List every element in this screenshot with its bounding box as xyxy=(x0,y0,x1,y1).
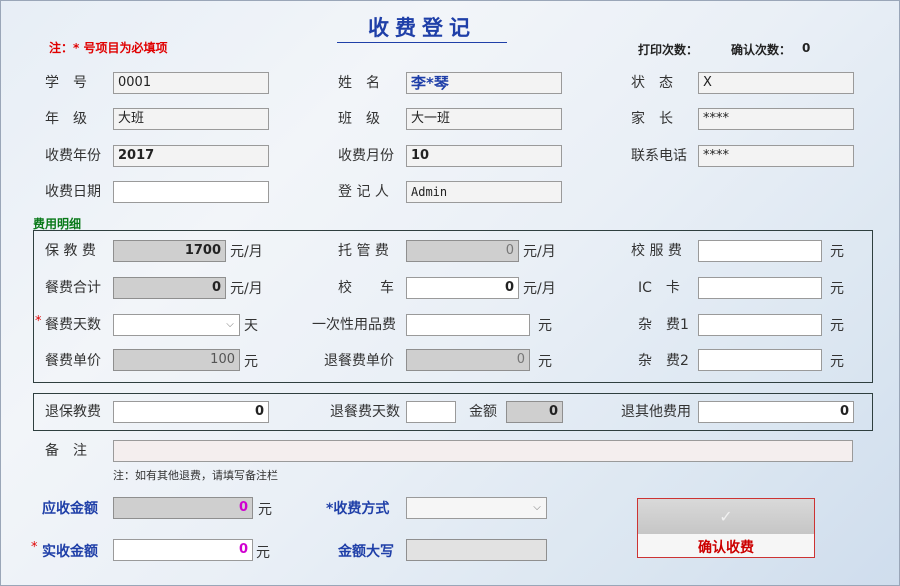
actual-field[interactable]: 0 xyxy=(113,539,253,561)
name-label: 姓 名 xyxy=(338,75,380,91)
meal-total-unit: 元/月 xyxy=(230,281,263,297)
student-no-label: 学 号 xyxy=(45,75,87,91)
fee-date-label: 收费日期 xyxy=(45,184,101,200)
meal-days-required-mark: * xyxy=(35,314,42,329)
class-label: 班 级 xyxy=(338,111,380,127)
custody-fee-field[interactable]: 0 xyxy=(406,240,519,262)
parent-field[interactable]: **** xyxy=(698,108,854,130)
misc1-field[interactable] xyxy=(698,314,822,336)
confirm-payment-button[interactable]: ✓ 确认收费 xyxy=(637,498,815,558)
uniform-fee-field[interactable] xyxy=(698,240,822,262)
receivable-unit: 元 xyxy=(258,502,272,518)
grade-field[interactable]: 大班 xyxy=(113,108,269,130)
care-fee-field[interactable]: 1700 xyxy=(113,240,226,262)
status-field[interactable]: X xyxy=(698,72,854,94)
bus-label: 校 车 xyxy=(338,280,394,296)
confirm-count-label: 确认次数： xyxy=(731,43,792,57)
chevron-down-icon[interactable]: ⌵ xyxy=(528,498,546,518)
payment-method-label: *收费方式 xyxy=(326,501,390,517)
actual-required-mark: * xyxy=(31,540,38,555)
refund-meal-price-unit: 元 xyxy=(538,354,552,370)
actual-label: 实收金额 xyxy=(42,544,98,560)
disposables-unit: 元 xyxy=(538,318,552,334)
misc2-field[interactable] xyxy=(698,349,822,371)
chevron-down-icon[interactable]: ⌵ xyxy=(221,315,239,335)
registrar-field[interactable]: Admin xyxy=(406,181,562,203)
registrar-label: 登 记 人 xyxy=(338,184,389,200)
fee-year-field[interactable]: 2017 xyxy=(113,145,269,167)
amount-upper-field[interactable] xyxy=(406,539,547,561)
payment-method-select[interactable]: ⌵ xyxy=(406,497,547,519)
custody-fee-label: 托 管 费 xyxy=(338,243,389,259)
refund-other-field[interactable]: 0 xyxy=(698,401,854,423)
bus-unit: 元/月 xyxy=(523,281,556,297)
refund-meal-price-field[interactable]: 0 xyxy=(406,349,530,371)
meal-days-unit: 天 xyxy=(244,318,258,334)
receivable-label: 应收金额 xyxy=(42,501,98,517)
print-count-label: 打印次数： xyxy=(638,43,699,57)
fee-month-label: 收费月份 xyxy=(338,148,394,164)
fee-month-field[interactable]: 10 xyxy=(406,145,562,167)
ic-card-field[interactable] xyxy=(698,277,822,299)
checkmark-icon: ✓ xyxy=(719,507,733,526)
class-field[interactable]: 大一班 xyxy=(406,108,562,130)
confirm-payment-label: 确认收费 xyxy=(698,540,754,556)
misc2-label: 杂 费2 xyxy=(638,353,689,369)
refund-other-label: 退其他费用 xyxy=(621,404,691,420)
remarks-label: 备 注 xyxy=(45,443,87,459)
receivable-field[interactable]: 0 xyxy=(113,497,253,519)
phone-field[interactable]: **** xyxy=(698,145,854,167)
meal-days-select[interactable]: ⌵ xyxy=(113,314,240,336)
student-no-field[interactable]: 0001 xyxy=(113,72,269,94)
misc1-label: 杂 费1 xyxy=(638,317,689,333)
meal-total-field[interactable]: 0 xyxy=(113,277,226,299)
actual-unit: 元 xyxy=(256,545,270,561)
refund-meal-price-label: 退餐费单价 xyxy=(324,353,394,369)
fee-registration-form: 收费登记 注：* 号项目为必填项 打印次数： 确认次数： 0 学 号 0001 … xyxy=(0,0,900,586)
phone-label: 联系电话 xyxy=(631,148,687,164)
refund-meal-days-label: 退餐费天数 xyxy=(330,404,400,420)
required-note: 注：* 号项目为必填项 xyxy=(49,41,168,55)
misc2-unit: 元 xyxy=(830,354,844,370)
confirm-count: 0 xyxy=(802,41,811,55)
uniform-fee-label: 校 服 费 xyxy=(631,243,682,259)
fee-year-label: 收费年份 xyxy=(45,148,101,164)
form-title: 收费登记 xyxy=(368,16,476,40)
title-underline xyxy=(337,42,507,43)
refund-amount-label: 金额 xyxy=(469,404,497,420)
remarks-field[interactable] xyxy=(113,440,853,462)
meal-price-label: 餐费单价 xyxy=(45,353,101,369)
fee-date-field[interactable] xyxy=(113,181,269,203)
disposables-field[interactable] xyxy=(406,314,530,336)
refund-meal-days-field[interactable] xyxy=(406,401,456,423)
bus-field[interactable]: 0 xyxy=(406,277,519,299)
refund-care-field[interactable]: 0 xyxy=(113,401,269,423)
custody-fee-unit: 元/月 xyxy=(523,244,556,260)
meal-total-label: 餐费合计 xyxy=(45,280,101,296)
misc1-unit: 元 xyxy=(830,318,844,334)
name-field[interactable]: 李*琴 xyxy=(406,72,562,94)
remarks-hint: 注：如有其他退费，请填写备注栏 xyxy=(113,469,278,482)
meal-price-unit: 元 xyxy=(244,354,258,370)
ic-card-label: IC 卡 xyxy=(638,280,680,296)
disposables-label: 一次性用品费 xyxy=(312,317,396,333)
ic-card-unit: 元 xyxy=(830,281,844,297)
refund-care-label: 退保教费 xyxy=(45,404,101,420)
status-label: 状 态 xyxy=(631,75,673,91)
meal-price-field[interactable]: 100 xyxy=(113,349,240,371)
care-fee-unit: 元/月 xyxy=(230,244,263,260)
refund-amount-field[interactable]: 0 xyxy=(506,401,563,423)
care-fee-label: 保 教 费 xyxy=(45,243,96,259)
amount-upper-label: 金额大写 xyxy=(338,544,394,560)
grade-label: 年 级 xyxy=(45,111,87,127)
uniform-fee-unit: 元 xyxy=(830,244,844,260)
parent-label: 家 长 xyxy=(631,111,673,127)
meal-days-label: 餐费天数 xyxy=(45,317,101,333)
